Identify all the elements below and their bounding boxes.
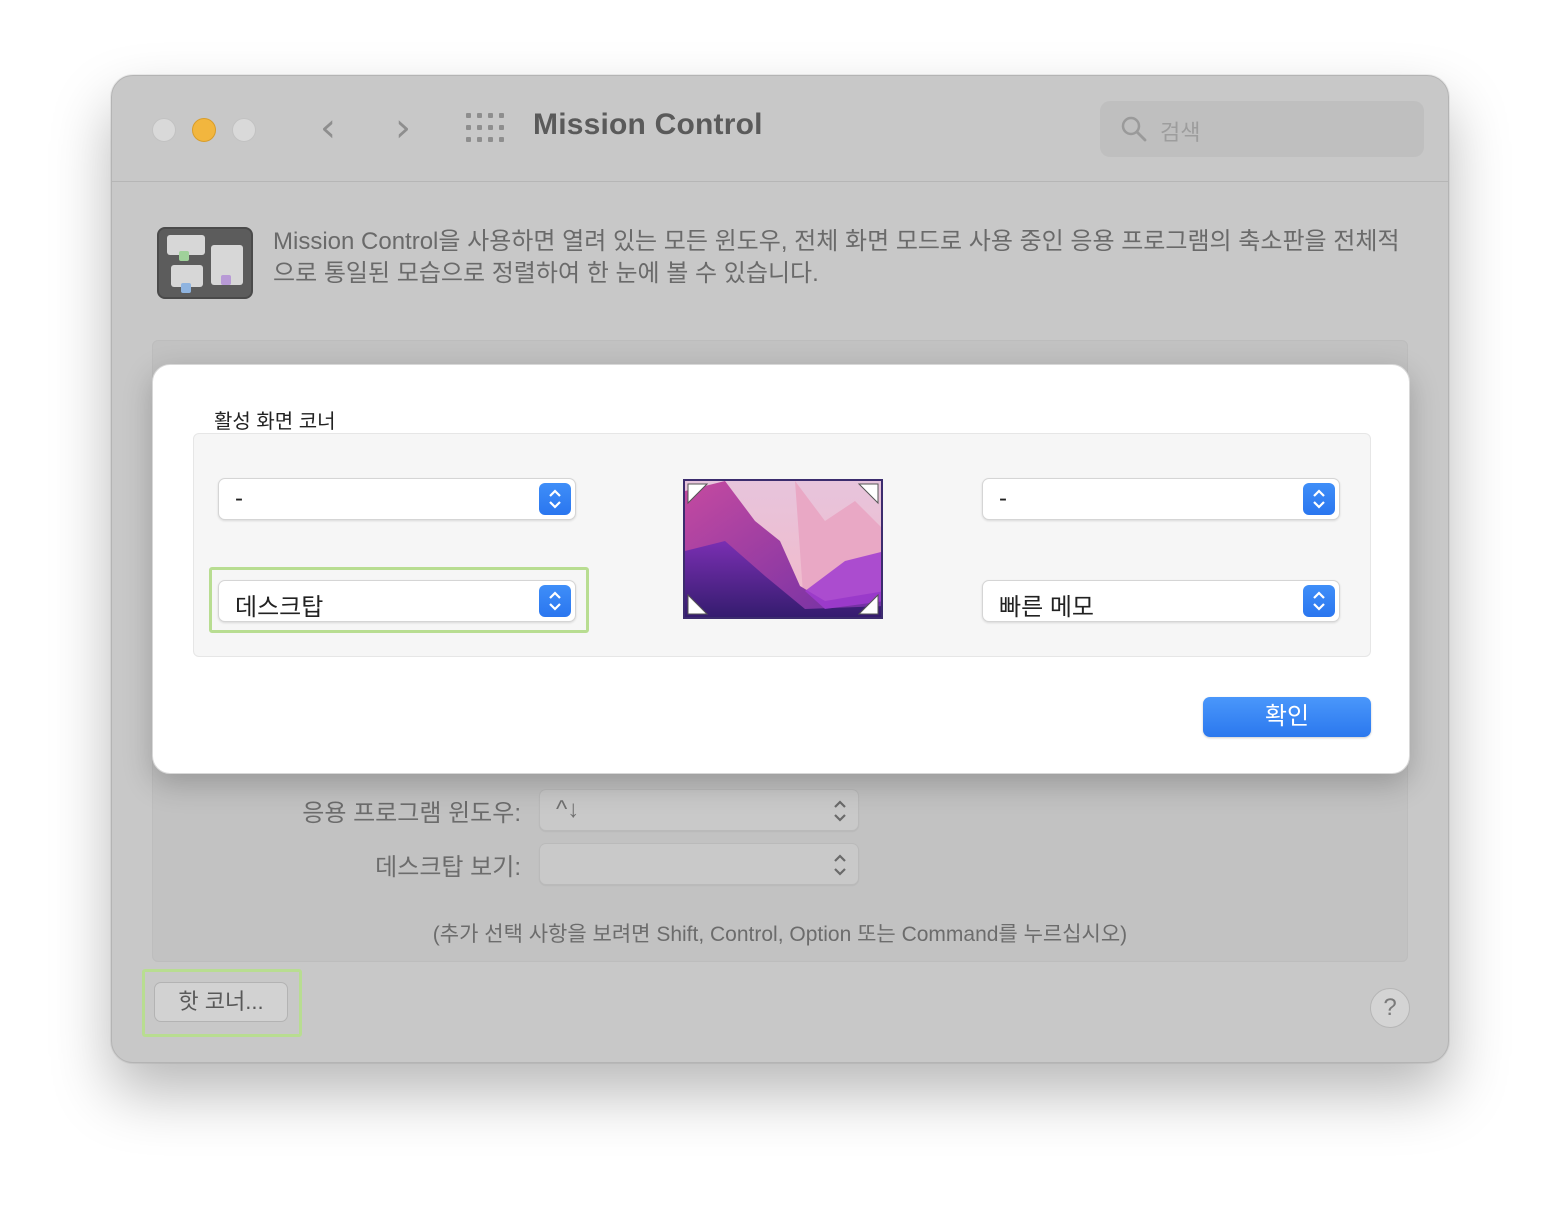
bottom-right-corner-select[interactable]: 빠른 메모 [982,580,1340,622]
stepper-icon [834,854,846,876]
wallpaper-image [685,481,881,617]
mission-control-icon [157,227,253,299]
top-left-corner-select[interactable]: - [218,478,576,520]
corner-arrow-icon [687,483,709,505]
show-desktop-select[interactable] [539,843,859,885]
show-desktop-label: 데스크탑 보기: [375,854,521,881]
minimize-button[interactable] [192,118,216,142]
stepper-icon [539,483,571,515]
hot-corners-highlight [142,969,302,1037]
window-title: Mission Control [533,108,763,141]
screen-preview [683,479,883,619]
top-right-value: - [999,485,1007,512]
forward-button[interactable]: › [383,106,423,150]
back-button[interactable]: ‹ [308,106,348,150]
top-right-corner-select[interactable]: - [982,478,1340,520]
grid-icon[interactable] [466,113,504,143]
modifier-hint: (추가 선택 사항을 보려면 Shift, Control, Option 또는… [432,923,1128,946]
description-text: Mission Control을 사용하면 열려 있는 모든 윈도우, 전체 화… [273,228,1400,287]
sheet-title: 활성 화면 코너 [214,411,336,433]
stepper-icon [1303,585,1335,617]
app-windows-value: ^↓ [556,796,580,823]
help-button[interactable]: ? [1370,988,1410,1028]
bottom-right-value: 빠른 메모 [999,594,1094,621]
close-button[interactable] [152,118,176,142]
hot-corners-sheet: 활성 화면 코너 - - 데스크탑 빠른 메모 확인 [152,364,1410,774]
ok-button[interactable]: 확인 [1203,697,1371,737]
zoom-button[interactable] [232,118,256,142]
title-bar: ‹ › Mission Control 검색 [112,76,1448,182]
bottom-left-highlight [209,567,589,633]
corner-arrow-icon [687,593,709,615]
app-windows-label: 응용 프로그램 윈도우: [302,800,521,827]
corner-arrow-icon [857,593,879,615]
corner-arrow-icon [857,483,879,505]
app-windows-select[interactable]: ^↓ [539,789,859,831]
search-field[interactable]: 검색 [1100,101,1424,157]
stepper-icon [1303,483,1335,515]
stepper-icon [834,800,846,822]
search-placeholder: 검색 [1160,120,1201,145]
top-left-value: - [235,485,243,512]
search-icon [1121,116,1147,142]
